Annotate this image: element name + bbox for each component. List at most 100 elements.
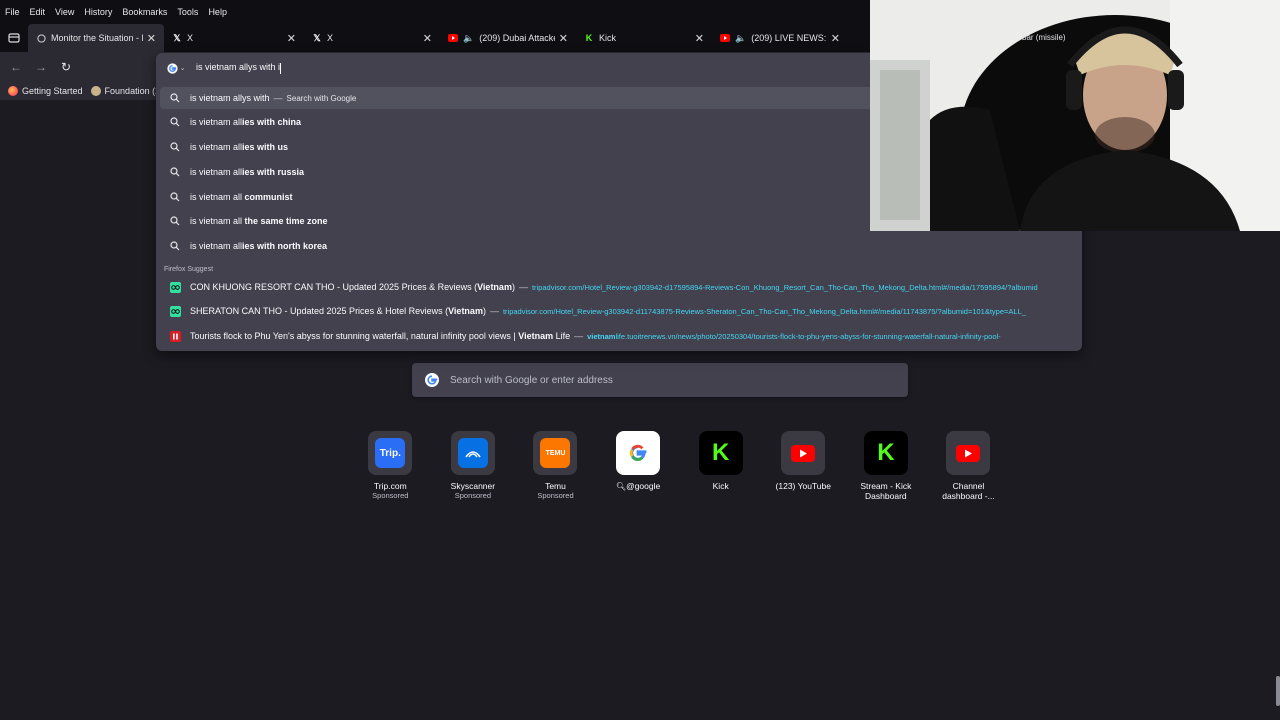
tripadvisor-icon (168, 304, 182, 318)
suggestion-text: is vietnam all (190, 142, 243, 152)
separator: — (489, 306, 499, 316)
urlbar-text[interactable]: is vietnam allys with i (196, 62, 282, 74)
trip-icon: Trip. (375, 438, 406, 468)
suggestion-action: Search with Google (286, 93, 357, 103)
bookmark-label: Getting Started (22, 86, 83, 96)
back-button[interactable]: ← (8, 59, 24, 75)
scrollbar-thumb[interactable] (1276, 676, 1280, 706)
separator: — (518, 282, 528, 292)
tab-overview-icon (8, 33, 20, 43)
shortcut-kick-dashboard[interactable]: K Stream - Kick Dashboard (845, 431, 928, 501)
suggestion-completion: ies with russia (242, 167, 305, 177)
tab-label: (209) LIVE NEWS: Live! (751, 33, 827, 43)
suggest-result-row[interactable]: Tourists flock to Phu Yen's abyss for st… (160, 325, 1078, 347)
youtube-icon (788, 438, 818, 468)
tab-youtube-live[interactable]: 🔈 (209) LIVE NEWS: Live! ✕ (712, 24, 848, 52)
shortcut-trip[interactable]: Trip. Trip.com Sponsored (349, 431, 432, 501)
suggestion-completion: the same time zone (242, 216, 328, 226)
shortcut-title: Stream - Kick Dashboard (860, 481, 912, 501)
tuoitre-icon (168, 329, 182, 343)
google-icon (425, 373, 439, 387)
tab-close-icon[interactable]: ✕ (147, 32, 156, 45)
firefox-suggest-label: Firefox Suggest (164, 266, 214, 273)
shortcut-tile (946, 431, 991, 475)
youtube-icon (448, 33, 458, 43)
suggest-result-row[interactable]: CON KHUONG RESORT CAN THO - Updated 2025… (160, 276, 1078, 298)
suggestion-text: is vietnam all (190, 167, 243, 177)
result-title: Tourists flock to Phu Yen's abyss for st… (190, 331, 571, 341)
shortcut-title: (123) YouTube (775, 481, 831, 491)
speaker-icon[interactable]: 🔈 (735, 33, 746, 44)
shortcut-skyscanner[interactable]: Skyscanner Sponsored (432, 431, 515, 501)
x-logo-icon: 𝕏 (313, 32, 321, 43)
shortcut-google[interactable]: 🔍︎@google (597, 431, 680, 501)
foundation-icon (90, 86, 101, 96)
sponsored-label: Sponsored (372, 491, 409, 500)
shortcut-title: Channel dashboard -... (942, 481, 995, 501)
tab-close-icon[interactable]: ✕ (287, 32, 296, 45)
tab-close-icon[interactable]: ✕ (695, 32, 704, 45)
suggestion-text: is vietnam all (190, 216, 243, 226)
shortcut-kick[interactable]: K Kick (679, 431, 762, 501)
sponsored-label: Sponsored (537, 491, 574, 500)
suggestion-text: is vietnam all (190, 192, 243, 202)
search-icon (168, 214, 182, 228)
tab-close-icon[interactable]: ✕ (423, 32, 432, 45)
bookmark-getting-started[interactable]: Getting Started (8, 86, 83, 96)
arrow-right-icon: → (35, 60, 47, 74)
tab-close-icon[interactable]: ✕ (831, 32, 840, 45)
menu-history[interactable]: History (79, 7, 117, 17)
shortcut-title: Kick (712, 481, 729, 491)
tab-label: Monitor the Situation - Liv (51, 33, 143, 43)
youtube-icon (953, 438, 983, 468)
youtube-icon (720, 33, 730, 43)
shortcut-channel-dashboard[interactable]: Channel dashboard -... (927, 431, 1010, 501)
menu-edit[interactable]: Edit (25, 7, 51, 17)
separator: — (273, 93, 283, 103)
kick-icon: K (585, 33, 593, 43)
tab-label: (209) Dubai Attacked | (479, 33, 555, 43)
text-caret (280, 62, 282, 74)
kick-icon: K (705, 438, 736, 468)
tab-x-1[interactable]: 𝕏 X ✕ (164, 24, 304, 52)
menu-file[interactable]: File (0, 7, 25, 17)
suggest-result-row[interactable]: SHERATON CAN THO - Updated 2025 Prices &… (160, 300, 1078, 322)
tab-x-2[interactable]: 𝕏 X ✕ (304, 24, 440, 52)
menu-view[interactable]: View (50, 7, 79, 17)
reload-icon: ↻ (60, 60, 72, 74)
tab-label: X (187, 33, 194, 43)
tab-overview-button[interactable] (0, 24, 28, 52)
shortcut-tile: K (863, 431, 908, 475)
menu-help[interactable]: Help (203, 7, 232, 17)
firefox-icon (8, 86, 18, 96)
tab-youtube-dubai[interactable]: 🔈 (209) Dubai Attacked | ✕ (440, 24, 576, 52)
search-icon (168, 239, 182, 253)
reload-button[interactable]: ↻ (58, 59, 74, 75)
shortcut-title: Temu (545, 481, 566, 491)
shortcut-youtube[interactable]: (123) YouTube (762, 431, 845, 501)
suggestion-completion: ies with north korea (242, 241, 328, 251)
search-engine-button[interactable]: ⌄ (164, 59, 188, 77)
bookmark-foundation[interactable]: Foundation (20 (90, 86, 165, 96)
chevron-down-icon: ⌄ (179, 65, 186, 72)
shortcut-title: Trip.com (373, 481, 407, 491)
content-search-box[interactable]: Search with Google or enter address (412, 363, 908, 397)
shortcut-tile (450, 431, 495, 475)
tab-label: X (327, 33, 334, 43)
speaker-icon[interactable]: 🔈 (463, 33, 474, 44)
suggestion-completion: communist (242, 192, 293, 202)
suggestion-row[interactable]: is vietnam all ies with north korea (160, 235, 1078, 257)
menu-bookmarks[interactable]: Bookmarks (117, 7, 172, 17)
menu-tools[interactable]: Tools (172, 7, 203, 17)
top-sites: Trip. Trip.com Sponsored Skyscanner Spon… (349, 431, 1010, 501)
tab-close-icon[interactable]: ✕ (559, 32, 568, 45)
forward-button[interactable]: → (33, 59, 49, 75)
tab-monitor[interactable]: Monitor the Situation - Liv ✕ (28, 24, 164, 52)
search-icon (168, 165, 182, 179)
search-icon (168, 115, 182, 129)
suggestion-completion: ies with china (242, 117, 302, 127)
tripadvisor-icon (168, 280, 182, 294)
shortcut-temu[interactable]: TEMU Temu Sponsored (514, 431, 597, 501)
tab-kick[interactable]: K Kick ✕ (576, 24, 712, 52)
shortcut-tile: TEMU (533, 431, 578, 475)
